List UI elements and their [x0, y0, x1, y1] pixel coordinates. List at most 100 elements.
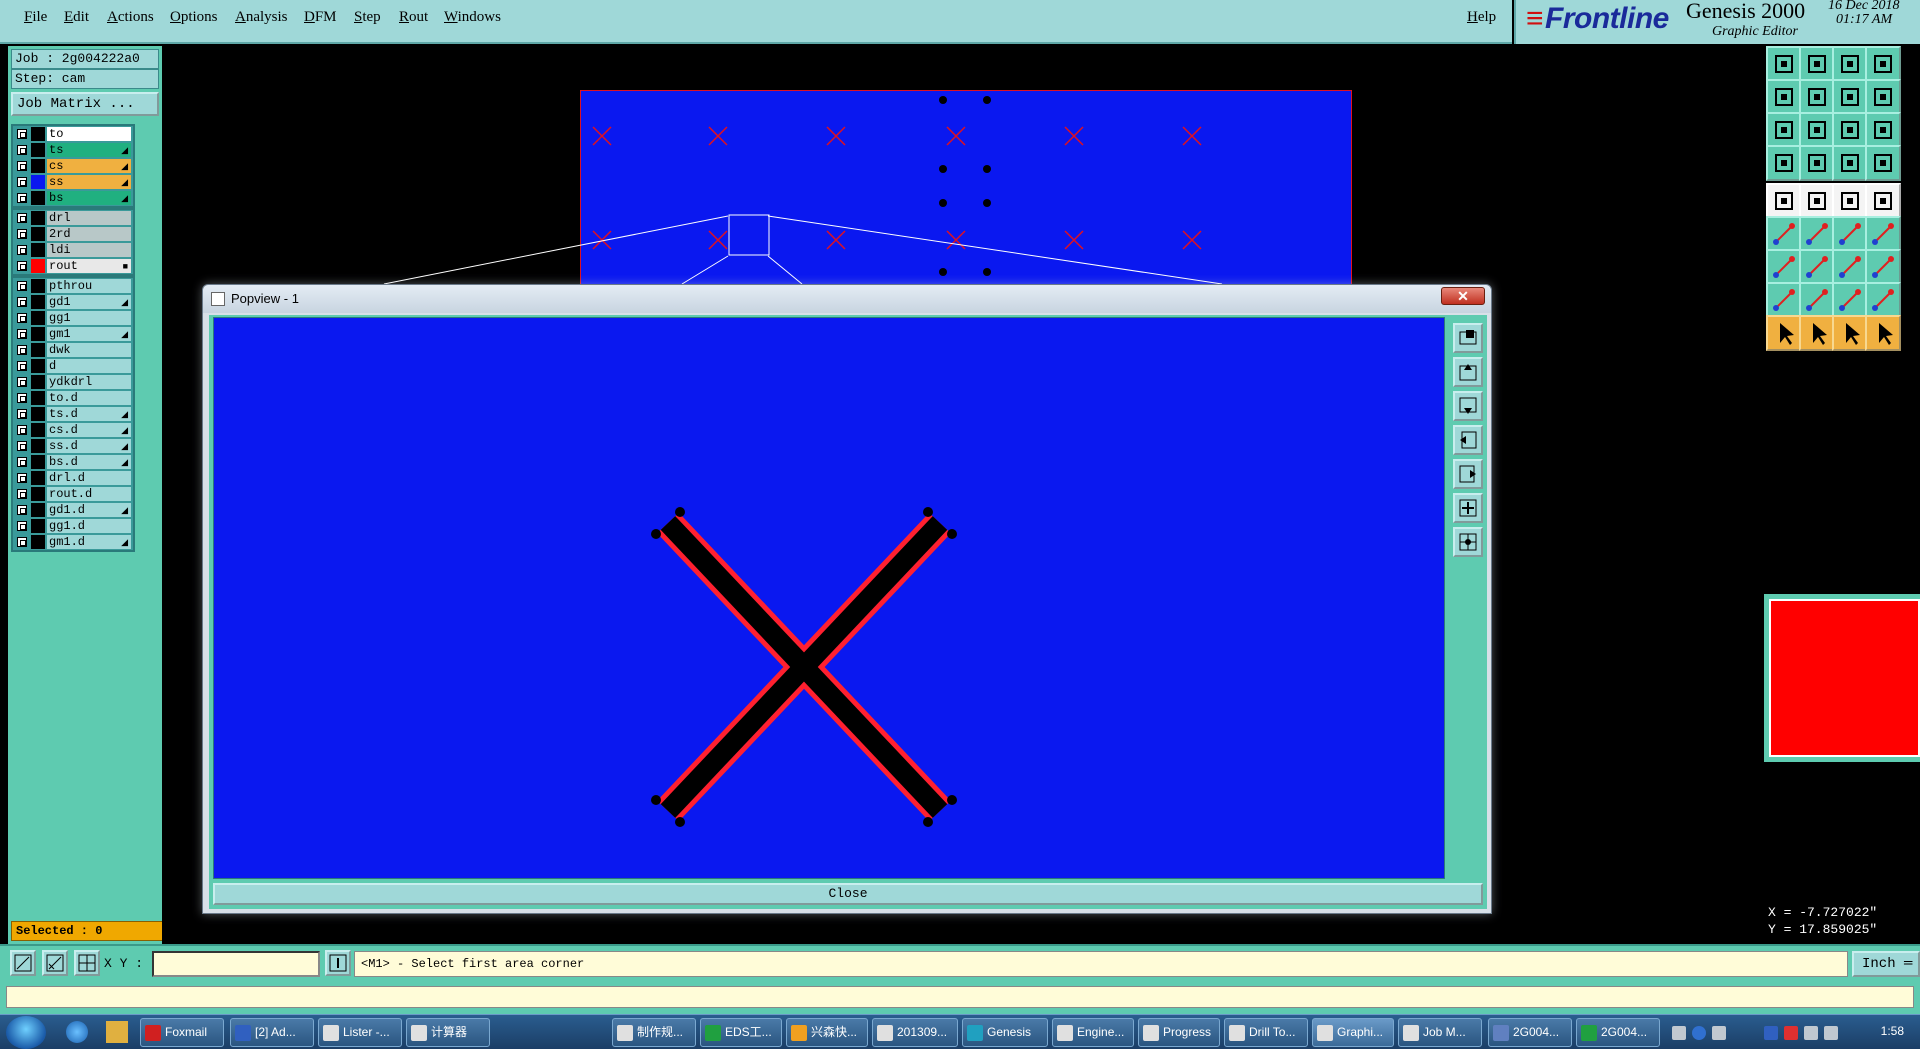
layer-color-swatch[interactable] — [31, 191, 45, 205]
layer-checkbox[interactable] — [17, 377, 27, 387]
layer-checkbox[interactable] — [17, 145, 27, 155]
layer-color-swatch[interactable] — [31, 127, 45, 141]
layer-name[interactable]: cs ◢ — [47, 159, 131, 173]
layer-color-swatch[interactable] — [31, 439, 45, 453]
menu-help[interactable]: Help — [1467, 9, 1496, 26]
layer-color-swatch[interactable] — [31, 503, 45, 517]
taskbar-item[interactable]: Genesis — [962, 1018, 1048, 1047]
xy-input[interactable] — [152, 951, 320, 977]
panel-tool-button[interactable] — [1865, 46, 1901, 82]
layer-checkbox[interactable] — [17, 505, 27, 515]
layer-row-2rd[interactable]: 2rd — [13, 226, 133, 242]
layer-checkbox[interactable] — [17, 193, 27, 203]
arrow-tool-button[interactable] — [1799, 282, 1835, 318]
layer-name[interactable]: cs.d ◢ — [47, 423, 131, 437]
layer-checkbox[interactable] — [17, 425, 27, 435]
layer-checkbox[interactable] — [17, 245, 27, 255]
home-tool-button[interactable] — [1832, 46, 1868, 82]
layer-checkbox[interactable] — [17, 457, 27, 467]
shield-icon[interactable] — [1764, 1026, 1778, 1040]
pv-zoom-home-button[interactable] — [1453, 323, 1483, 353]
layer-name[interactable]: bs.d ◢ — [47, 455, 131, 469]
layer-row-rout-d[interactable]: rout.d — [13, 486, 133, 502]
layer-color-swatch[interactable] — [31, 519, 45, 533]
taskbar-item[interactable]: 201309... — [872, 1018, 958, 1047]
menu-actions[interactable]: Actions — [107, 9, 154, 26]
layer-row-d[interactable]: d — [13, 358, 133, 374]
layer-name[interactable]: bs ◢ — [47, 191, 131, 205]
grid-button[interactable] — [74, 950, 100, 976]
layer-color-swatch[interactable] — [31, 407, 45, 421]
letter-a-tool-button[interactable] — [1832, 282, 1868, 318]
layer-name[interactable]: gm1.d ◢ — [47, 535, 131, 549]
taskbar-item[interactable]: Drill To... — [1224, 1018, 1308, 1047]
layer-name[interactable]: gg1 — [47, 311, 131, 325]
menu-file[interactable]: File — [24, 9, 47, 26]
arch-tool-button[interactable] — [1865, 282, 1901, 318]
taskbar-item[interactable]: [2] Ad... — [230, 1018, 314, 1047]
layer-checkbox[interactable] — [17, 177, 27, 187]
popview-close-icon[interactable]: ✕ — [1441, 287, 1485, 305]
layer-name[interactable]: rout ■ — [47, 259, 131, 273]
connect-tool-button[interactable] — [1766, 216, 1802, 252]
menu-windows[interactable]: Windows — [444, 9, 501, 26]
layer-color-swatch[interactable] — [31, 143, 45, 157]
folder-icon[interactable] — [106, 1021, 128, 1043]
scale-tool-button[interactable] — [1832, 112, 1868, 148]
layer-checkbox[interactable] — [17, 393, 27, 403]
layer-checkbox[interactable] — [17, 345, 27, 355]
units-selector[interactable]: Inch ═ — [1852, 951, 1920, 977]
layer-color-swatch[interactable] — [31, 159, 45, 173]
layer-checkbox[interactable] — [17, 297, 27, 307]
layer-color-swatch[interactable] — [31, 327, 45, 341]
select-net-tool-button[interactable] — [1865, 315, 1901, 351]
layer-color-swatch[interactable] — [31, 487, 45, 501]
arc-tool-button[interactable] — [1832, 216, 1868, 252]
layer-checkbox[interactable] — [17, 537, 27, 547]
popview-close-button[interactable]: Close — [213, 883, 1483, 905]
flag-icon[interactable] — [1784, 1026, 1798, 1040]
menu-analysis[interactable]: Analysis — [235, 9, 288, 26]
taskbar-item[interactable]: 2G004... — [1576, 1018, 1660, 1047]
layer-row-ts[interactable]: ts ◢ — [13, 142, 133, 158]
layer-checkbox[interactable] — [17, 229, 27, 239]
tray-arrow-icon[interactable] — [1712, 1026, 1726, 1040]
layer-checkbox[interactable] — [17, 161, 27, 171]
layer-name[interactable]: ss.d ◢ — [47, 439, 131, 453]
layer-color-swatch[interactable] — [31, 259, 45, 273]
triangle-tool-button[interactable] — [1766, 282, 1802, 318]
mirror-tool-button[interactable] — [1865, 79, 1901, 115]
layer-color-swatch[interactable] — [31, 423, 45, 437]
layer-row-ydkdrl[interactable]: ydkdrl — [13, 374, 133, 390]
rotate-tool-button[interactable] — [1832, 79, 1868, 115]
layer-row-gm1[interactable]: gm1 ◢ — [13, 326, 133, 342]
layer-checkbox[interactable] — [17, 329, 27, 339]
layer-color-swatch[interactable] — [31, 279, 45, 293]
measure-mode-button[interactable] — [42, 950, 68, 976]
cross-tool-button[interactable] — [1799, 216, 1835, 252]
query-tool-button[interactable] — [1865, 112, 1901, 148]
taskbar-item[interactable]: Graphi... — [1312, 1018, 1394, 1047]
layer-row-gg1-d[interactable]: gg1.d — [13, 518, 133, 534]
layer-color-swatch[interactable] — [31, 311, 45, 325]
taskbar-item[interactable]: Lister -... — [318, 1018, 402, 1047]
layer-name[interactable]: gd1 ◢ — [47, 295, 131, 309]
layer-row-ss-d[interactable]: ss.d ◢ — [13, 438, 133, 454]
layer-name[interactable]: pthrou — [47, 279, 131, 293]
menu-rout[interactable]: Rout — [399, 9, 428, 26]
taskbar-item[interactable]: Job M... — [1398, 1018, 1482, 1047]
network-icon[interactable] — [1804, 1026, 1818, 1040]
move-left-tool-button[interactable] — [1766, 79, 1802, 115]
line-tool-button[interactable] — [1799, 183, 1835, 219]
layer-checkbox[interactable] — [17, 361, 27, 371]
layer-row-ss[interactable]: ss ◢ — [13, 174, 133, 190]
layer-row-to-d[interactable]: to.d — [13, 390, 133, 406]
layer-color-swatch[interactable] — [31, 243, 45, 257]
layer-name[interactable]: rout.d — [47, 487, 131, 501]
taskbar-item[interactable]: 计算器 — [406, 1018, 490, 1047]
pad-tool-button[interactable] — [1766, 183, 1802, 219]
pv-zoom-out-button[interactable] — [1453, 527, 1483, 557]
layer-color-swatch[interactable] — [31, 375, 45, 389]
layer-name[interactable]: gm1 ◢ — [47, 327, 131, 341]
pv-pan-right-button[interactable] — [1453, 459, 1483, 489]
